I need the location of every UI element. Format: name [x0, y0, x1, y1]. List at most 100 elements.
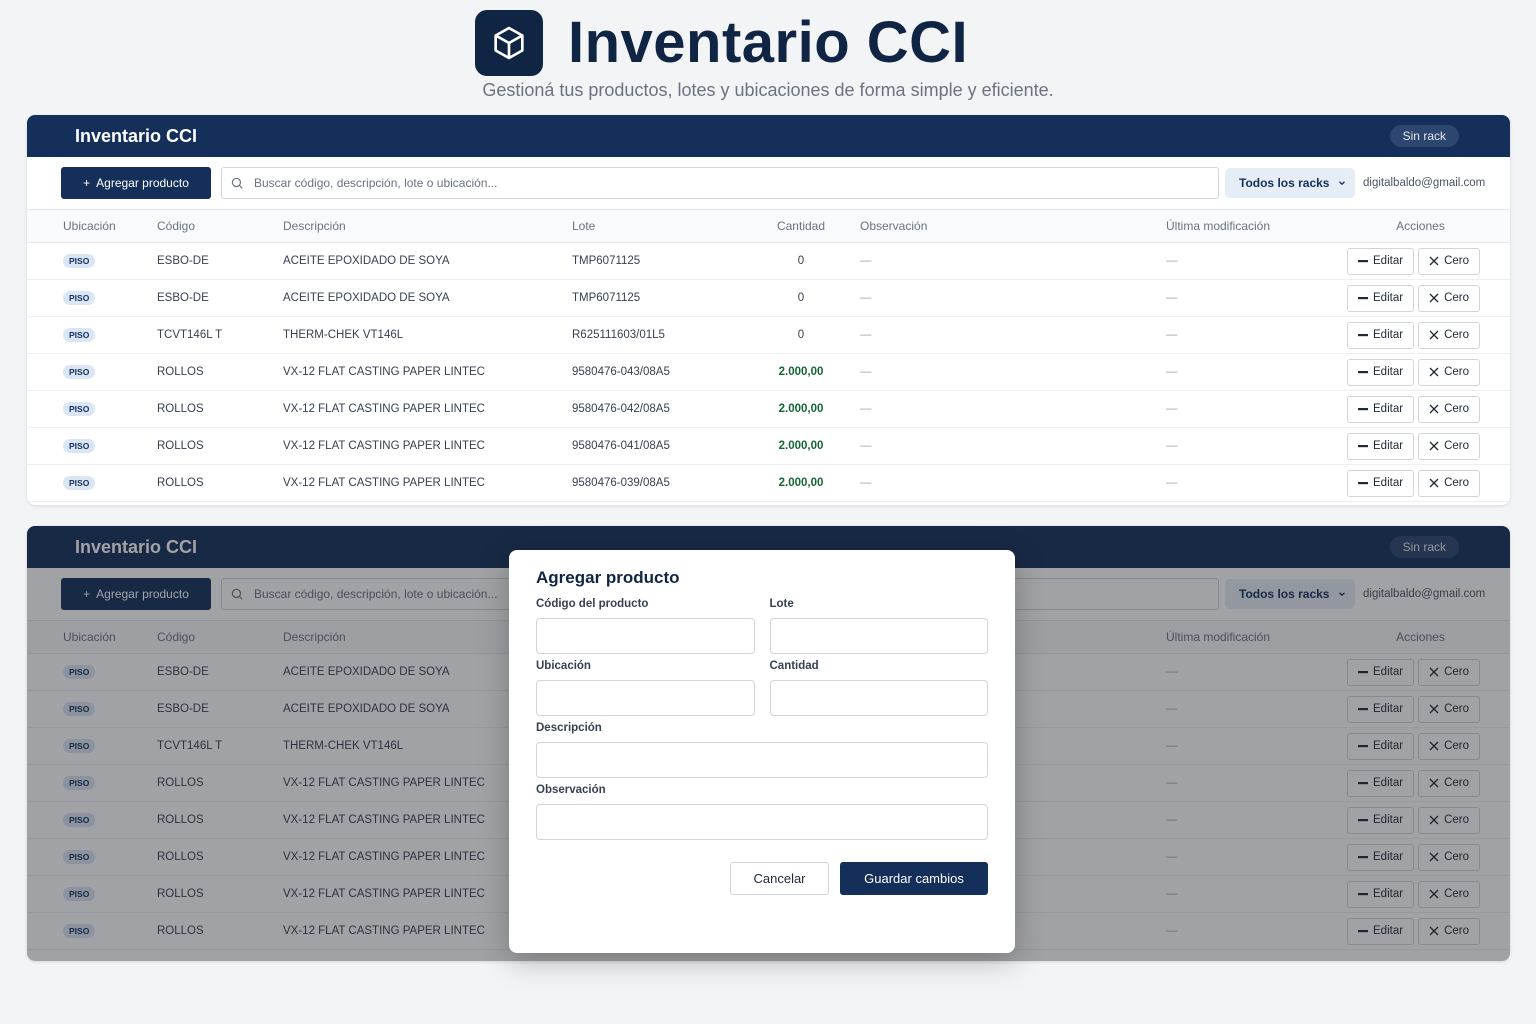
zero-label: Cero	[1444, 403, 1469, 415]
observacion-cell: —	[860, 464, 1166, 502]
cantidad-cell: 2.000,00	[742, 464, 860, 502]
descripcion-cell: ACEITE EPOXIDADO DE SOYA	[283, 242, 572, 280]
lote-field[interactable]	[769, 618, 988, 654]
lote-cell: TMP6071125	[572, 279, 742, 317]
user-email[interactable]: digitalbaldo@gmail.com	[1363, 177, 1485, 189]
zero-label: Cero	[1444, 366, 1469, 378]
codigo-cell: ESBO-DE	[157, 279, 283, 317]
table-header-row: Ubicación Código Descripción Lote Cantid…	[27, 209, 1510, 243]
descripcion-label: Descripción	[536, 722, 602, 734]
cantidad-label: Cantidad	[769, 660, 819, 672]
modificacion-cell: —	[1166, 390, 1311, 428]
search-input[interactable]: Buscar código, descripción, lote o ubica…	[221, 167, 1219, 199]
x-icon	[1429, 478, 1439, 488]
ubicacion-field[interactable]	[536, 680, 755, 716]
location-badge: PISO	[63, 476, 96, 490]
box-icon	[475, 10, 543, 76]
descripcion-field[interactable]	[536, 742, 988, 778]
cancel-button[interactable]: Cancelar	[730, 862, 829, 895]
ubicacion-cell: PISO	[27, 464, 157, 502]
chevron-down-icon	[1339, 181, 1345, 186]
descripcion-cell: VX-12 FLAT CASTING PAPER LINTEC	[283, 427, 572, 465]
zero-button[interactable]: Cero	[1418, 395, 1480, 423]
ubicacion-cell: PISO	[27, 279, 157, 317]
rack-filter-select[interactable]: Todos los racks	[1225, 168, 1355, 198]
location-badge: PISO	[63, 365, 96, 379]
col-cantidad[interactable]: Cantidad	[742, 209, 860, 243]
ubicacion-cell: PISO	[27, 427, 157, 465]
edit-button[interactable]: Editar	[1347, 469, 1415, 497]
observacion-cell: —	[860, 390, 1166, 428]
rack-filter-value: Todos los racks	[1239, 176, 1330, 190]
edit-button[interactable]: Editar	[1347, 321, 1415, 349]
table-row: PISO ESBO-DE ACEITE EPOXIDADO DE SOYA TMP60…	[27, 242, 1510, 280]
actions-cell: Editar Cero	[1311, 464, 1510, 502]
minus-icon	[1358, 482, 1369, 485]
x-icon	[1429, 404, 1439, 414]
edit-label: Editar	[1373, 477, 1404, 489]
minus-icon	[1358, 445, 1369, 448]
observacion-field[interactable]	[536, 804, 988, 840]
cantidad-field[interactable]	[769, 680, 988, 716]
save-button[interactable]: Guardar cambios	[840, 862, 988, 895]
cantidad-cell: 0	[742, 279, 860, 317]
col-observacion[interactable]: Observación	[860, 209, 1166, 243]
col-descripcion[interactable]: Descripción	[283, 209, 572, 243]
modificacion-cell: —	[1166, 279, 1311, 317]
actions-cell: Editar Cero	[1311, 242, 1510, 280]
zero-button[interactable]: Cero	[1418, 358, 1480, 386]
lote-label: Lote	[769, 598, 794, 610]
lote-cell: 9580476-043/08A5	[572, 353, 742, 391]
edit-button[interactable]: Editar	[1347, 395, 1415, 423]
descripcion-cell: ACEITE EPOXIDADO DE SOYA	[283, 279, 572, 317]
x-icon	[1429, 330, 1439, 340]
edit-button[interactable]: Editar	[1347, 358, 1415, 386]
edit-button[interactable]: Editar	[1347, 432, 1415, 460]
zero-button[interactable]: Cero	[1418, 432, 1480, 460]
lote-cell: 9580476-041/08A5	[572, 427, 742, 465]
zero-button[interactable]: Cero	[1418, 469, 1480, 497]
lote-cell: 9580476-042/08A5	[572, 390, 742, 428]
col-lote[interactable]: Lote	[572, 209, 742, 243]
table-row: PISO TCVT146L T THERM-CHEK VT146L R62511160…	[27, 316, 1510, 354]
ubicacion-cell: PISO	[27, 353, 157, 391]
location-badge: PISO	[63, 328, 96, 342]
codigo-cell: ROLLOS	[157, 464, 283, 502]
descripcion-cell: VX-12 FLAT CASTING PAPER LINTEC	[283, 464, 572, 502]
edit-label: Editar	[1373, 255, 1404, 267]
inventory-table: Ubicación Código Descripción Lote Cantid…	[27, 209, 1510, 502]
codigo-cell: TCVT146L T	[157, 316, 283, 354]
zero-button[interactable]: Cero	[1418, 284, 1480, 312]
add-product-button[interactable]: + Agregar producto	[61, 167, 211, 199]
actions-cell: Editar Cero	[1311, 353, 1510, 391]
plus-icon: +	[83, 176, 91, 190]
cantidad-cell: 2.000,00	[742, 390, 860, 428]
table-row: PISO ROLLOS VX-12 FLAT CASTING PAPER LINTE…	[27, 427, 1510, 465]
codigo-cell: ROLLOS	[157, 390, 283, 428]
minus-icon	[1358, 371, 1369, 374]
table-row: PISO ESBO-DE ACEITE EPOXIDADO DE SOYA TMP60…	[27, 279, 1510, 317]
edit-label: Editar	[1373, 440, 1404, 452]
descripcion-cell: VX-12 FLAT CASTING PAPER LINTEC	[283, 353, 572, 391]
col-ubicacion[interactable]: Ubicación	[27, 209, 157, 243]
edit-button[interactable]: Editar	[1347, 284, 1415, 312]
sin-rack-badge[interactable]: Sin rack	[1389, 125, 1459, 147]
col-codigo[interactable]: Código	[157, 209, 283, 243]
modificacion-cell: —	[1166, 427, 1311, 465]
modificacion-cell: —	[1166, 464, 1311, 502]
hero-title: Inventario CCI	[568, 10, 969, 75]
hero-subtitle: Gestioná tus productos, lotes y ubicacio…	[482, 80, 1054, 100]
panel-header: Inventario CCI Sin rack	[27, 115, 1510, 157]
observacion-cell: —	[860, 316, 1166, 354]
minus-icon	[1358, 260, 1369, 263]
descripcion-cell: THERM-CHEK VT146L	[283, 316, 572, 354]
codigo-field[interactable]	[536, 618, 755, 654]
actions-cell: Editar Cero	[1311, 390, 1510, 428]
col-modificacion[interactable]: Última modificación	[1166, 209, 1311, 243]
zero-button[interactable]: Cero	[1418, 247, 1480, 275]
inventory-panel: Inventario CCI Sin rack + Agregar produc…	[27, 115, 1510, 505]
cantidad-cell: 2.000,00	[742, 353, 860, 391]
zero-button[interactable]: Cero	[1418, 321, 1480, 349]
lote-cell: 9580476-039/08A5	[572, 464, 742, 502]
edit-button[interactable]: Editar	[1347, 247, 1415, 275]
